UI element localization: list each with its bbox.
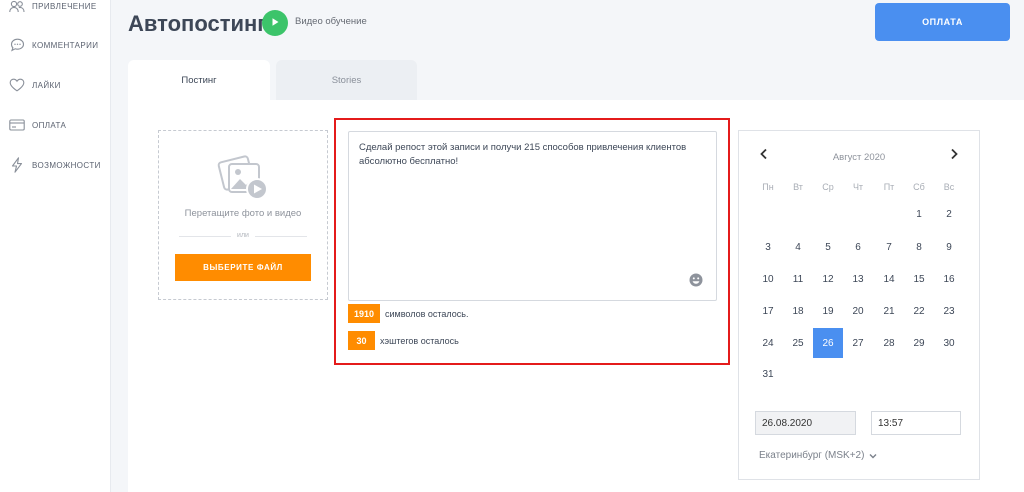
comment-icon (8, 37, 26, 53)
sidebar-item-payment[interactable]: ОПЛАТА (8, 115, 66, 135)
calendar-day[interactable]: 12 (813, 264, 843, 294)
calendar-day[interactable]: 15 (904, 264, 934, 294)
choose-file-button[interactable]: ВЫБЕРИТЕ ФАЙЛ (175, 254, 311, 281)
users-icon (8, 0, 26, 14)
calendar-day[interactable]: 17 (753, 296, 783, 326)
weekday-label: Пт (883, 182, 895, 192)
calendar-day[interactable]: 19 (813, 296, 843, 326)
time-field[interactable]: 13:57 (871, 411, 961, 435)
sidebar-item-label: ОПЛАТА (32, 120, 67, 130)
calendar-day[interactable]: 22 (904, 296, 934, 326)
pay-button[interactable]: ОПЛАТА (875, 3, 1010, 41)
weekday-label: Ср (822, 182, 834, 192)
calendar-day[interactable]: 18 (783, 296, 813, 326)
calendar-day[interactable]: 27 (843, 328, 873, 358)
play-icon (270, 14, 280, 32)
lightning-icon (8, 157, 26, 173)
calendar-day[interactable]: 31 (753, 359, 783, 389)
calendar-day[interactable]: 11 (783, 264, 813, 294)
calendar-day[interactable]: 29 (904, 328, 934, 358)
or-separator: или (159, 232, 327, 239)
calendar-day[interactable]: 25 (783, 328, 813, 358)
calendar-day[interactable]: 24 (753, 328, 783, 358)
calendar-day[interactable]: 10 (753, 264, 783, 294)
weekday-label: Пн (762, 182, 774, 192)
hashtags-counter: 30 хэштегов осталось (348, 331, 459, 350)
chars-counter: 1910 символов осталось. (348, 304, 468, 323)
card-icon (8, 117, 26, 133)
timezone-select[interactable]: Екатеринбург (MSK+2) (759, 450, 878, 461)
timezone-label: Екатеринбург (MSK+2) (759, 450, 865, 461)
date-field[interactable]: 26.08.2020 (755, 411, 856, 435)
post-text-input[interactable]: Сделай репост этой записи и получи 215 с… (348, 131, 717, 301)
sidebar: ПРИВЛЕЧЕНИЕ КОММЕНТАРИИ ЛАЙКИ ОПЛАТА ВОЗ… (0, 0, 111, 492)
weekday-label: Вс (943, 182, 955, 192)
calendar-day-selected[interactable]: 26 (813, 328, 843, 358)
chars-left-label: символов осталось. (385, 308, 469, 319)
sidebar-item-label: ЛАЙКИ (32, 80, 61, 90)
hashtags-left-label: хэштегов осталось (380, 335, 459, 346)
sidebar-item-comments[interactable]: КОММЕНТАРИИ (8, 35, 98, 55)
dropzone-hint: Перетащите фото и видео (184, 208, 302, 219)
calendar-day[interactable]: 7 (874, 232, 904, 262)
video-tutorial-button[interactable] (262, 10, 288, 36)
media-dropzone[interactable]: Перетащите фото и видео или ВЫБЕРИТЕ ФАЙ… (158, 130, 328, 300)
tab-stories[interactable]: Stories (276, 60, 417, 100)
calendar-day[interactable]: 16 (934, 264, 964, 294)
calendar-day[interactable]: 23 (934, 296, 964, 326)
calendar-day[interactable]: 13 (843, 264, 873, 294)
weekday-label: Чт (852, 182, 864, 192)
emoji-icon[interactable] (689, 273, 703, 287)
calendar-day[interactable]: 14 (874, 264, 904, 294)
sidebar-item-label: КОММЕНТАРИИ (32, 40, 99, 50)
calendar-day[interactable]: 30 (934, 328, 964, 358)
weekday-label: Вт (793, 182, 803, 192)
calendar-day[interactable]: 21 (874, 296, 904, 326)
next-month-button[interactable] (949, 147, 959, 163)
calendar-day[interactable]: 2 (934, 199, 964, 229)
sidebar-item-attraction[interactable]: ПРИВЛЕЧЕНИЕ (8, 0, 97, 16)
chars-left-badge: 1910 (348, 304, 381, 323)
calendar-month: Август 2020 (832, 152, 886, 163)
calendar-day[interactable]: 28 (874, 328, 904, 358)
or-text: или (231, 232, 255, 239)
calendar-day[interactable]: 5 (813, 232, 843, 262)
calendar-day[interactable]: 6 (843, 232, 873, 262)
sidebar-item-label: ВОЗМОЖНОСТИ (32, 160, 101, 170)
calendar-day[interactable]: 1 (904, 199, 934, 229)
video-tutorial-label[interactable]: Видео обучение (295, 16, 367, 27)
sidebar-item-features[interactable]: ВОЗМОЖНОСТИ (8, 155, 101, 175)
sidebar-item-likes[interactable]: ЛАЙКИ (8, 75, 61, 95)
media-upload-icon (217, 151, 271, 201)
page-title: Автопостинг (128, 11, 267, 36)
hashtags-left-badge: 30 (348, 331, 375, 350)
calendar-day[interactable]: 9 (934, 232, 964, 262)
chevron-down-icon (868, 451, 878, 461)
calendar-day[interactable]: 3 (753, 232, 783, 262)
weekday-label: Сб (913, 182, 925, 192)
calendar-day[interactable]: 20 (843, 296, 873, 326)
calendar-day[interactable]: 4 (783, 232, 813, 262)
calendar-day[interactable]: 8 (904, 232, 934, 262)
tab-posting[interactable]: Постинг (128, 60, 270, 100)
heart-icon (8, 77, 26, 93)
sidebar-item-label: ПРИВЛЕЧЕНИЕ (32, 1, 97, 11)
